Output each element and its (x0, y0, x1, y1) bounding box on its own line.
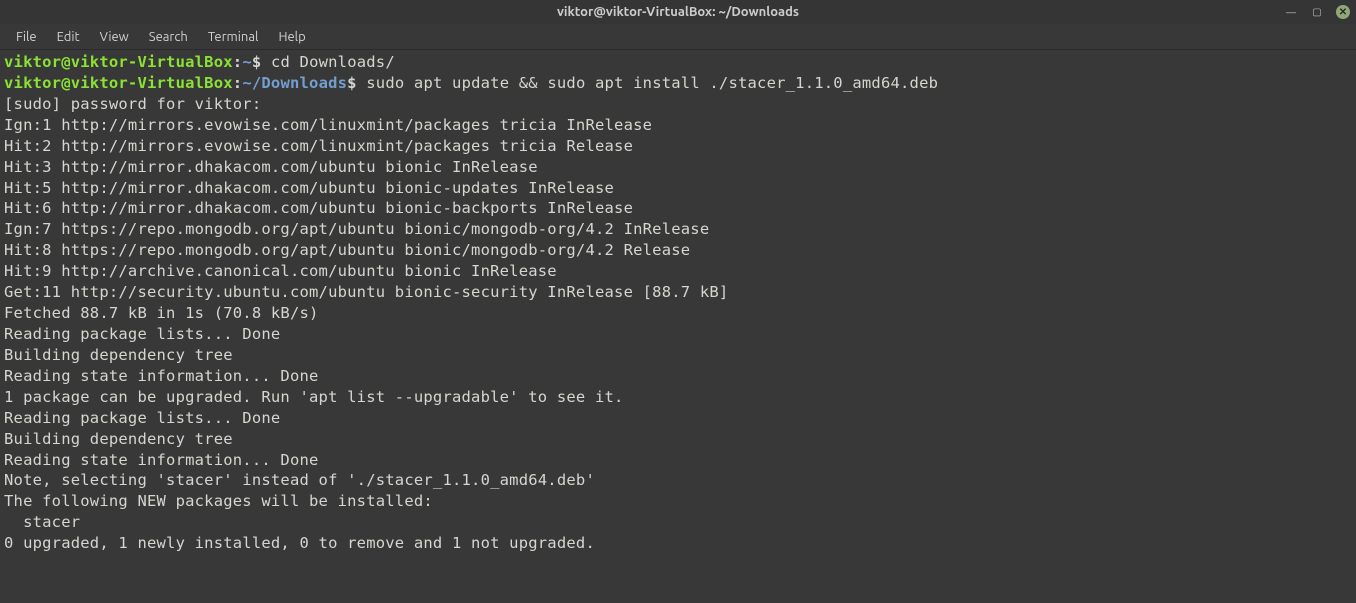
prompt-dollar: $ (347, 74, 366, 92)
output-line: Note, selecting 'stacer' instead of './s… (4, 470, 1352, 491)
output-line: Building dependency tree (4, 429, 1352, 450)
terminal-output[interactable]: viktor@viktor-VirtualBox:~$ cd Downloads… (0, 50, 1356, 556)
menu-search[interactable]: Search (139, 27, 198, 47)
prompt-sep: : (233, 74, 243, 92)
prompt-line-2: viktor@viktor-VirtualBox:~/Downloads$ su… (4, 73, 1352, 94)
output-line: Reading state information... Done (4, 450, 1352, 471)
prompt-user: viktor@viktor-VirtualBox (4, 74, 233, 92)
output-line: Hit:3 http://mirror.dhakacom.com/ubuntu … (4, 157, 1352, 178)
prompt-command: cd Downloads/ (271, 53, 395, 71)
window-title: viktor@viktor-VirtualBox: ~/Downloads (557, 5, 799, 19)
menu-help[interactable]: Help (268, 27, 315, 47)
menu-terminal[interactable]: Terminal (198, 27, 269, 47)
output-line: 0 upgraded, 1 newly installed, 0 to remo… (4, 533, 1352, 554)
prompt-path: ~/Downloads (242, 74, 347, 92)
close-icon[interactable]: ✕ (1336, 5, 1350, 19)
output-line: Reading state information... Done (4, 366, 1352, 387)
minimize-icon[interactable]: — (1284, 5, 1298, 19)
output-line: 1 package can be upgraded. Run 'apt list… (4, 387, 1352, 408)
menubar: File Edit View Search Terminal Help (0, 24, 1356, 50)
prompt-command: sudo apt update && sudo apt install ./st… (366, 74, 938, 92)
output-line: Get:11 http://security.ubuntu.com/ubuntu… (4, 282, 1352, 303)
prompt-user: viktor@viktor-VirtualBox (4, 53, 233, 71)
output-line: Ign:1 http://mirrors.evowise.com/linuxmi… (4, 115, 1352, 136)
prompt-dollar: $ (252, 53, 271, 71)
maximize-icon[interactable]: ▢ (1310, 5, 1324, 19)
output-line: Fetched 88.7 kB in 1s (70.8 kB/s) (4, 303, 1352, 324)
menu-edit[interactable]: Edit (47, 27, 90, 47)
menu-file[interactable]: File (6, 27, 47, 47)
output-line: Ign:7 https://repo.mongodb.org/apt/ubunt… (4, 219, 1352, 240)
prompt-sep: : (233, 53, 243, 71)
window-controls: — ▢ ✕ (1284, 5, 1350, 19)
output-line: Hit:2 http://mirrors.evowise.com/linuxmi… (4, 136, 1352, 157)
output-line: Hit:9 http://archive.canonical.com/ubunt… (4, 261, 1352, 282)
output-line: Hit:5 http://mirror.dhakacom.com/ubuntu … (4, 178, 1352, 199)
output-line: [sudo] password for viktor: (4, 94, 1352, 115)
window-titlebar: viktor@viktor-VirtualBox: ~/Downloads — … (0, 0, 1356, 24)
output-line: The following NEW packages will be insta… (4, 491, 1352, 512)
output-line: Reading package lists... Done (4, 408, 1352, 429)
output-line: stacer (4, 512, 1352, 533)
output-line: Hit:8 https://repo.mongodb.org/apt/ubunt… (4, 240, 1352, 261)
output-line: Hit:6 http://mirror.dhakacom.com/ubuntu … (4, 198, 1352, 219)
prompt-line-1: viktor@viktor-VirtualBox:~$ cd Downloads… (4, 52, 1352, 73)
menu-view[interactable]: View (90, 27, 139, 47)
output-line: Building dependency tree (4, 345, 1352, 366)
output-line: Reading package lists... Done (4, 324, 1352, 345)
prompt-path: ~ (242, 53, 252, 71)
